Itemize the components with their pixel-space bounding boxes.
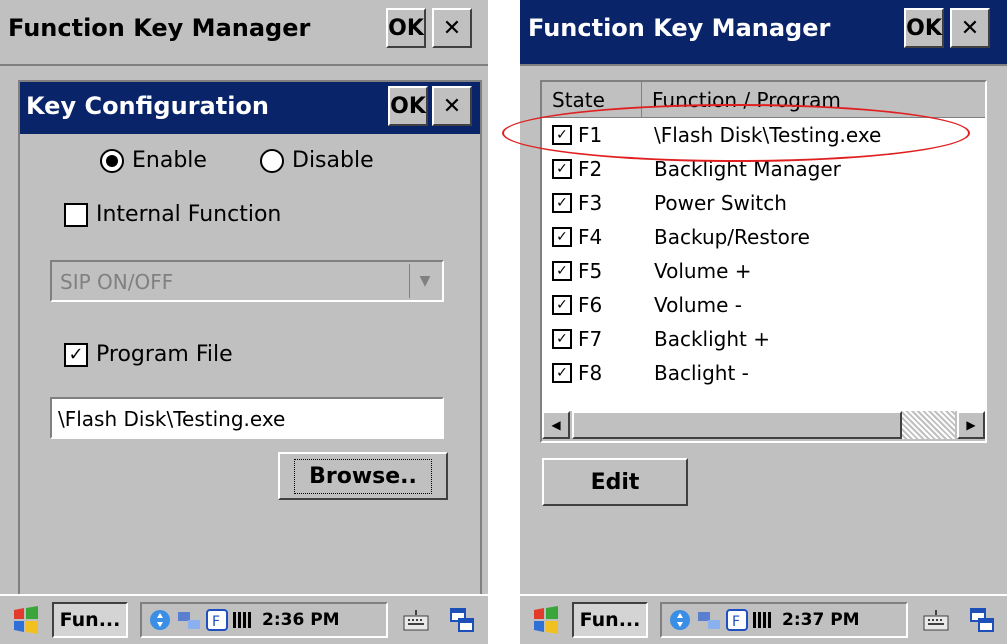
key-label: F4 xyxy=(578,225,603,249)
table-row[interactable]: ✓ F6 Volume - xyxy=(542,288,985,322)
taskbar-app-button[interactable]: Fun... xyxy=(572,602,648,638)
program-file-label: Program File xyxy=(96,342,233,367)
program-file-checkbox[interactable]: ✓ Program File xyxy=(64,342,233,367)
close-button[interactable]: ✕ xyxy=(950,8,990,48)
app-title: Function Key Manager xyxy=(528,14,831,42)
internal-function-value: SIP ON/OFF xyxy=(60,270,174,294)
system-tray: F 2:37 PM xyxy=(660,602,908,638)
dialog-title: Key Configuration xyxy=(26,92,269,120)
close-button[interactable]: ✕ xyxy=(432,8,472,48)
table-row[interactable]: ✓ F5 Volume + xyxy=(542,254,985,288)
scroll-thumb[interactable] xyxy=(572,411,902,439)
highlight-ellipse xyxy=(502,104,970,162)
checkbox-checked-icon[interactable]: ✓ xyxy=(552,295,572,315)
enable-radio[interactable]: Enable xyxy=(100,148,207,173)
app-titlebar: Function Key Manager OK ✕ xyxy=(520,0,1007,66)
key-label: F7 xyxy=(578,327,603,351)
key-label: F3 xyxy=(578,191,603,215)
function-label: Volume + xyxy=(654,259,752,283)
windows-flag-icon[interactable] xyxy=(6,604,46,636)
function-label: Baclight - xyxy=(654,361,749,385)
internal-function-checkbox[interactable]: Internal Function xyxy=(64,202,281,227)
checkbox-checked-icon[interactable]: ✓ xyxy=(552,159,572,179)
radio-empty-icon xyxy=(260,148,284,173)
checkbox-checked-icon[interactable]: ✓ xyxy=(552,193,572,213)
radio-selected-icon xyxy=(100,148,124,173)
table-row[interactable]: ✓ F7 Backlight + xyxy=(542,322,985,356)
ok-button[interactable]: OK xyxy=(386,8,426,48)
function-label: Power Switch xyxy=(654,191,787,215)
checkbox-checked-icon[interactable]: ✓ xyxy=(552,227,572,247)
key-label: F5 xyxy=(578,259,603,283)
edit-button[interactable]: Edit xyxy=(542,458,688,506)
desktop-icon[interactable] xyxy=(444,602,480,638)
clock[interactable]: 2:36 PM xyxy=(262,610,340,630)
disable-radio[interactable]: Disable xyxy=(260,148,374,173)
scroll-right-icon[interactable]: ▶ xyxy=(957,411,985,439)
network-icon[interactable] xyxy=(696,608,722,632)
network-icon[interactable] xyxy=(176,608,202,632)
svg-text:F: F xyxy=(212,614,220,630)
right-screen: Function Key Manager OK ✕ State Function… xyxy=(520,0,1007,644)
app-titlebar: Function Key Manager OK ✕ xyxy=(0,0,488,66)
key-label: F2 xyxy=(578,157,603,181)
app-title: Function Key Manager xyxy=(8,14,311,42)
f-key-icon[interactable]: F xyxy=(726,609,748,631)
browse-label: Browse.. xyxy=(294,458,432,494)
function-label: Backlight + xyxy=(654,327,770,351)
keyboard-icon[interactable] xyxy=(398,602,434,638)
svg-text:F: F xyxy=(732,614,740,630)
taskbar: Fun... F 2:37 PM xyxy=(520,594,1007,644)
windows-flag-icon[interactable] xyxy=(526,604,566,636)
checkbox-checked-icon[interactable]: ✓ xyxy=(552,261,572,281)
function-label: Backup/Restore xyxy=(654,225,810,249)
dialog-close-button[interactable]: ✕ xyxy=(432,86,472,126)
checkbox-checked-icon[interactable]: ✓ xyxy=(552,363,572,383)
chevron-down-icon[interactable]: ▼ xyxy=(409,264,440,298)
checkbox-checked-icon: ✓ xyxy=(64,342,88,367)
battery-icon[interactable] xyxy=(752,610,774,630)
scroll-left-icon[interactable]: ◀ xyxy=(542,411,570,439)
taskbar-app-button[interactable]: Fun... xyxy=(52,602,128,638)
checkbox-unchecked-icon xyxy=(64,202,88,227)
f-key-icon[interactable]: F xyxy=(206,609,228,631)
table-row[interactable]: ✓ F8 Baclight - xyxy=(542,356,985,390)
table-row[interactable]: ✓ F3 Power Switch xyxy=(542,186,985,220)
internal-function-select[interactable]: SIP ON/OFF ▼ xyxy=(50,260,444,302)
table-row[interactable]: ✓ F4 Backup/Restore xyxy=(542,220,985,254)
scroll-track[interactable] xyxy=(902,411,955,439)
program-path-input[interactable]: \Flash Disk\Testing.exe xyxy=(50,397,444,439)
dialog-titlebar: Key Configuration OK ✕ xyxy=(20,82,480,134)
taskbar: Fun... F 2:36 PM xyxy=(0,594,488,644)
key-label: F8 xyxy=(578,361,603,385)
keyboard-icon[interactable] xyxy=(918,602,954,638)
ok-button[interactable]: OK xyxy=(904,8,944,48)
battery-icon[interactable] xyxy=(232,610,254,630)
disable-label: Disable xyxy=(292,148,374,173)
internal-function-label: Internal Function xyxy=(96,202,282,227)
enable-label: Enable xyxy=(132,148,207,173)
desktop-icon[interactable] xyxy=(964,602,1000,638)
horizontal-scrollbar[interactable]: ◀ ▶ xyxy=(542,411,985,441)
left-screen: Function Key Manager OK ✕ Key Configurat… xyxy=(0,0,488,644)
browse-button[interactable]: Browse.. xyxy=(278,452,448,500)
key-label: F6 xyxy=(578,293,603,317)
input-panel-icon[interactable] xyxy=(668,608,692,632)
key-configuration-dialog: Key Configuration OK ✕ Enable Disable In… xyxy=(18,80,482,604)
checkbox-checked-icon[interactable]: ✓ xyxy=(552,329,572,349)
dialog-ok-button[interactable]: OK xyxy=(388,86,428,126)
function-label: Volume - xyxy=(654,293,742,317)
system-tray: F 2:36 PM xyxy=(140,602,388,638)
clock[interactable]: 2:37 PM xyxy=(782,610,860,630)
input-panel-icon[interactable] xyxy=(148,608,172,632)
